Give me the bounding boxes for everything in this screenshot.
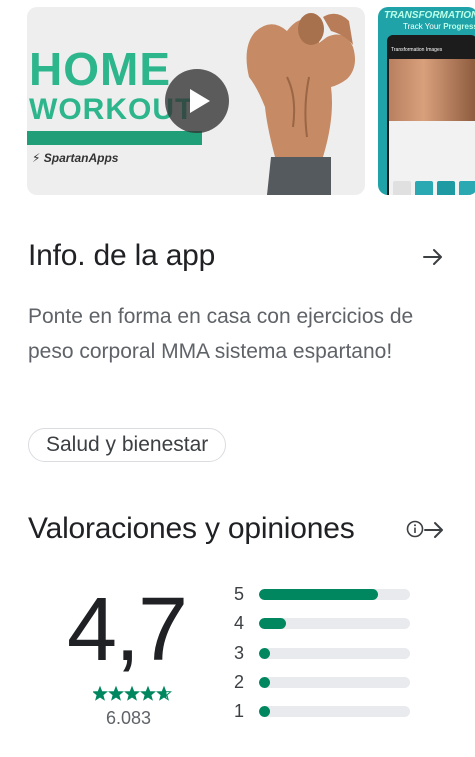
phone-header: Transformation Images: [391, 47, 443, 53]
star-rating: [93, 686, 172, 701]
rating-bar-fill: [259, 676, 270, 688]
screenshot-subtitle: Track Your Progress: [403, 22, 475, 31]
star-icon: [140, 686, 156, 701]
category-chip[interactable]: Salud y bienestar: [28, 428, 227, 462]
rating-bar-track: [259, 618, 410, 630]
star-icon: [124, 686, 140, 701]
rating-bar-fill: [259, 706, 270, 718]
rating-row-label: 2: [234, 671, 245, 692]
app-info-heading: Info. de la app: [28, 239, 216, 272]
promo-video-thumbnail[interactable]: HOME WORKOUT ⚡ SpartanApps: [27, 7, 365, 195]
arrow-right-icon[interactable]: [423, 519, 445, 541]
rating-bar-track: [259, 647, 410, 659]
screenshot-subtitle-prefix: Track Your: [403, 22, 441, 31]
brand-logo: ⚡ SpartanApps: [32, 151, 119, 165]
video-title-line1: HOME: [29, 43, 171, 95]
info-icon[interactable]: [406, 520, 424, 538]
rating-bar-fill: [259, 618, 287, 630]
phone-content: [389, 121, 475, 195]
rating-row-label: 5: [234, 584, 245, 604]
media-carousel[interactable]: HOME WORKOUT ⚡ SpartanApps TRANSFORMATIO…: [0, 0, 475, 205]
phone-thumb: [459, 181, 475, 195]
screenshot-title: TRANSFORMATION IMAGES: [384, 10, 475, 21]
rating-bar-track: [259, 676, 410, 688]
app-screenshot-thumbnail[interactable]: TRANSFORMATION IMAGES Track Your Progres…: [378, 7, 475, 195]
video-accent-bar: [27, 131, 202, 145]
app-description: Ponte en forma en casa con ejercicios de…: [28, 305, 414, 363]
review-count: 6.083: [106, 708, 152, 728]
screenshot-subtitle-accent: Progress: [443, 22, 475, 31]
ratings-heading: Valoraciones y opiniones: [28, 512, 355, 545]
phone-progress-photo: [389, 59, 475, 121]
brand-name: SpartanApps: [43, 151, 119, 165]
rating-row-label: 1: [234, 701, 245, 722]
rating-bar-fill: [259, 589, 379, 600]
phone-thumb: [415, 181, 433, 195]
phone-thumb: [393, 181, 411, 195]
rating-row-label: 4: [234, 613, 245, 634]
average-rating: 4,7: [67, 580, 188, 680]
star-icon: [156, 686, 172, 701]
arrow-right-icon[interactable]: [422, 246, 444, 268]
star-icon: [108, 686, 124, 701]
rating-bar-track: [259, 589, 410, 600]
athlete-image: [246, 13, 355, 195]
play-button[interactable]: [165, 69, 229, 133]
rating-bar-fill: [259, 647, 270, 659]
phone-mockup: Transformation Images: [387, 35, 475, 195]
phone-thumb: [437, 181, 455, 195]
star-icon: [93, 686, 108, 701]
rating-row-label: 3: [234, 642, 245, 663]
rating-bar-track: [259, 706, 410, 718]
